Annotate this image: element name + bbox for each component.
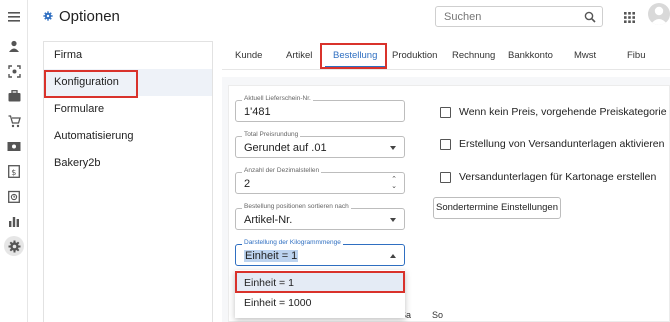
- gear-icon: [43, 8, 53, 25]
- nav-item-bakery2b[interactable]: Bakery2b: [44, 150, 212, 177]
- caret-up-icon: [390, 254, 396, 258]
- checkbox-kartonage[interactable]: Versandunterlagen für Kartonage erstelle…: [440, 171, 656, 183]
- avatar[interactable]: [648, 3, 670, 25]
- field-value: 2: [244, 178, 251, 190]
- tab-fibu[interactable]: Fibu: [627, 50, 645, 61]
- page-title: Optionen: [43, 8, 120, 25]
- weekday-so: So: [432, 310, 444, 320]
- checkbox-versandunterlagen[interactable]: Erstellung von Versandunterlagen aktivie…: [440, 138, 664, 150]
- field-value: Einheit = 1: [244, 250, 299, 262]
- option-einheit-1000[interactable]: Einheit = 1000: [235, 293, 405, 313]
- tab-artikel[interactable]: Artikel: [286, 50, 312, 61]
- nav-item-konfiguration[interactable]: Konfiguration: [44, 69, 212, 96]
- person-icon[interactable]: [6, 38, 22, 54]
- menu-icon[interactable]: [6, 9, 22, 25]
- nav-item-automatisierung[interactable]: Automatisierung: [44, 123, 212, 150]
- field-label: Bestellung positionen sortieren nach: [242, 203, 351, 210]
- nav-item-firma[interactable]: Firma: [44, 42, 212, 69]
- kilogramm-dropdown-menu: Einheit = 1 Einheit = 1000: [235, 270, 405, 318]
- invoice-icon[interactable]: $: [6, 163, 22, 179]
- field-label: Aktuell Lieferschein-Nr.: [242, 95, 313, 102]
- nav-item-formulare[interactable]: Formulare: [44, 96, 212, 123]
- checkbox-box[interactable]: [440, 138, 451, 150]
- scan-icon[interactable]: [6, 63, 22, 79]
- tab-bar: Kunde Artikel Bestellung Produktion Rech…: [222, 44, 670, 70]
- clock-doc-icon[interactable]: [6, 188, 22, 204]
- field-label: Anzahl der Dezimalstellen: [242, 167, 322, 174]
- kilogramm-select[interactable]: Darstellung der Kilogrammmenge Einheit =…: [235, 239, 405, 266]
- active-tab-indicator: [325, 66, 385, 68]
- search-input[interactable]: [436, 7, 576, 27]
- cart-icon[interactable]: [6, 113, 22, 129]
- icon-rail: $: [0, 0, 28, 322]
- caret-down-icon: [390, 218, 396, 222]
- checkbox-box[interactable]: [440, 106, 451, 118]
- checkbox-label: Wenn kein Preis, vorgehende Preiskategor…: [459, 106, 667, 118]
- search-box[interactable]: [435, 6, 603, 27]
- field-label: Total Preisrundung: [242, 131, 301, 138]
- search-icon[interactable]: [584, 10, 596, 28]
- option-einheit-1[interactable]: Einheit = 1: [235, 273, 405, 293]
- preisrundung-select[interactable]: Total Preisrundung Gerundet auf .01: [235, 131, 405, 158]
- tab-bestellung[interactable]: Bestellung: [333, 50, 377, 61]
- checkbox-label: Versandunterlagen für Kartonage erstelle…: [459, 171, 657, 183]
- sortierung-select[interactable]: Bestellung positionen sortieren nach Art…: [235, 203, 405, 230]
- tab-bankkonto[interactable]: Bankkonto: [508, 50, 553, 61]
- svg-text:$: $: [11, 168, 16, 177]
- dezimal-stepper[interactable]: Anzahl der Dezimalstellen 2 ⌃ ⌄: [235, 167, 405, 194]
- caret-down-icon: [390, 146, 396, 150]
- field-label: Darstellung der Kilogrammmenge: [242, 239, 343, 246]
- chart-icon[interactable]: [6, 213, 22, 229]
- page-title-text: Optionen: [59, 8, 120, 25]
- checkbox-box[interactable]: [440, 171, 451, 183]
- tab-rechnung[interactable]: Rechnung: [452, 50, 495, 61]
- tab-mwst[interactable]: Mwst: [574, 50, 596, 61]
- checkbox-kein-preis[interactable]: Wenn kein Preis, vorgehende Preiskategor…: [440, 106, 667, 118]
- settings-nav: Firma Konfiguration Formulare Automatisi…: [43, 41, 213, 322]
- top-bar: Optionen: [28, 0, 670, 34]
- tab-kunde[interactable]: Kunde: [235, 50, 262, 61]
- tab-produktion[interactable]: Produktion: [392, 50, 437, 61]
- briefcase-icon[interactable]: [6, 88, 22, 104]
- field-value: 1'481: [244, 106, 271, 118]
- field-value: Artikel-Nr.: [244, 214, 293, 226]
- sondertermine-button[interactable]: Sondertermine Einstellungen: [433, 197, 561, 219]
- field-value: Gerundet auf .01: [244, 142, 327, 154]
- cash-icon[interactable]: [6, 138, 22, 154]
- field-value-wrap: Einheit = 1: [244, 250, 299, 262]
- apps-grid-icon[interactable]: [624, 10, 635, 28]
- spinner-icon[interactable]: ⌃ ⌄: [391, 176, 397, 190]
- checkbox-label: Erstellung von Versandunterlagen aktivie…: [459, 138, 665, 150]
- lieferschein-field[interactable]: Aktuell Lieferschein-Nr. 1'481: [235, 95, 405, 122]
- settings-icon[interactable]: [4, 236, 24, 256]
